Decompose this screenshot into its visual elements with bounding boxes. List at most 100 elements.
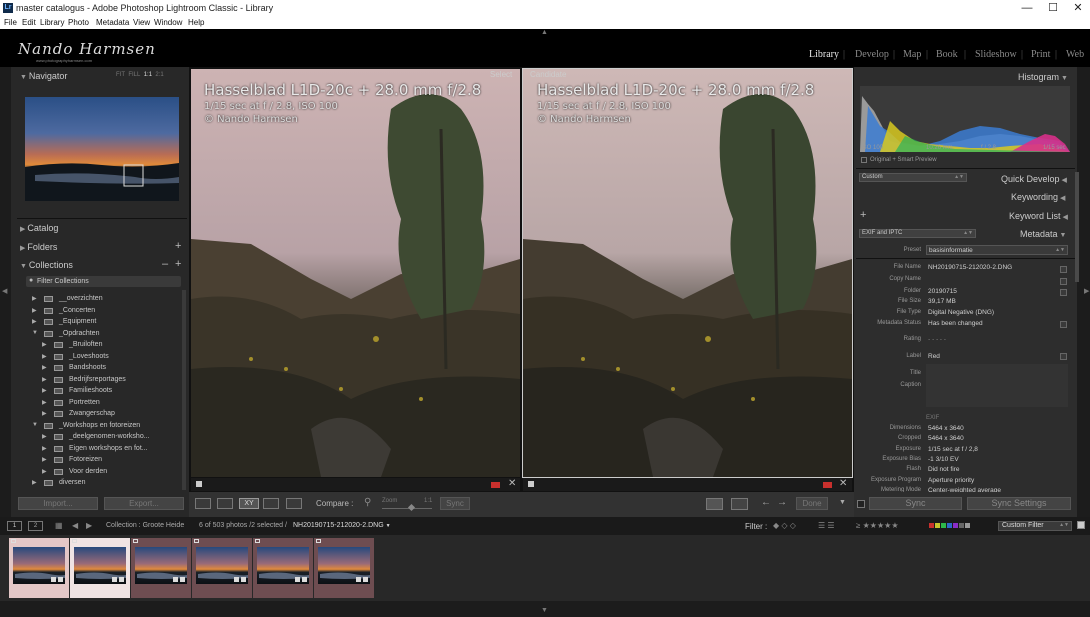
menu-help[interactable]: Help [188, 18, 204, 27]
expand-right-icon[interactable]: ▶ [32, 318, 37, 325]
expand-right-icon[interactable]: ▶ [42, 468, 47, 475]
filmstrip-thumbnail[interactable] [131, 538, 191, 598]
sync-button[interactable]: Sync [869, 497, 962, 510]
sync-toggle-icon[interactable] [857, 500, 865, 508]
red-label-icon[interactable] [491, 482, 500, 488]
red-label-icon[interactable] [823, 482, 832, 488]
metadata-value[interactable]: Digital Negative (DNG) [928, 309, 994, 316]
expand-right-icon[interactable]: ▶ [42, 456, 47, 463]
expand-right-icon[interactable]: ▶ [42, 399, 47, 406]
remove-collection-icon[interactable]: – [162, 258, 168, 270]
expand-right-icon[interactable]: ▶ [32, 307, 37, 314]
expand-right-icon[interactable]: ▶ [42, 341, 47, 348]
sync-settings-button[interactable]: Sync Settings [967, 497, 1071, 510]
secondary-window-button[interactable]: 2 [28, 521, 43, 531]
swap-icon[interactable] [706, 498, 723, 510]
left-panel-scrollbar[interactable] [182, 290, 186, 490]
survey-view-icon[interactable] [263, 498, 279, 509]
module-slideshow[interactable]: Slideshow [975, 49, 1017, 60]
metadata-value[interactable]: NH20190715-212020-2.DNG [928, 264, 1012, 271]
collections-header[interactable]: ▼ Collections [20, 260, 73, 270]
close-candidate-icon[interactable]: ✕ [839, 478, 847, 489]
expand-right-icon[interactable]: ▶ [42, 376, 47, 383]
filter-lock-icon[interactable] [1077, 521, 1085, 529]
flag-icon[interactable] [528, 481, 534, 487]
filter-collections-field[interactable]: ● Filter Collections [26, 276, 181, 287]
menu-photo[interactable]: Photo [68, 18, 89, 27]
navigator-header[interactable]: ▼ Navigator [20, 71, 67, 81]
expand-right-icon[interactable]: ▶ [42, 387, 47, 394]
metadata-action-icon[interactable] [1060, 266, 1067, 273]
metadata-value[interactable]: 20190715 [928, 288, 957, 295]
grid-icon[interactable]: ▦ [55, 521, 63, 530]
primary-window-button[interactable]: 1 [7, 521, 22, 531]
menu-window[interactable]: Window [154, 18, 182, 27]
expand-down-icon[interactable]: ▼ [32, 422, 38, 428]
menu-file[interactable]: File [4, 18, 17, 27]
metadata-action-icon[interactable] [1060, 278, 1067, 285]
metadata-value[interactable]: 39,17 MB [928, 298, 956, 305]
add-folder-icon[interactable]: + [175, 240, 181, 252]
module-web[interactable]: Web [1066, 49, 1084, 60]
metadata-preset-select[interactable]: basisinformatie ▲▼ [926, 245, 1068, 255]
metadata-action-icon[interactable] [1060, 289, 1067, 296]
expand-down-icon[interactable]: ▼ [32, 330, 38, 336]
histogram-header[interactable]: Histogram ▼ [1018, 72, 1068, 82]
sync-zoom-button[interactable]: Sync [440, 497, 470, 510]
zoom-slider[interactable] [382, 508, 432, 509]
flag-icon[interactable] [194, 539, 199, 543]
toolbar-menu-chevron-down-icon[interactable]: ▼ [839, 499, 846, 506]
grid-view-icon[interactable] [195, 498, 211, 509]
import-button[interactable]: Import... [18, 497, 98, 510]
quick-develop-preset-select[interactable]: Custom ▲▼ [859, 173, 967, 182]
flag-icon[interactable] [133, 539, 138, 543]
filmstrip-thumbnail[interactable] [314, 538, 374, 598]
metadata-action-icon[interactable] [1060, 321, 1067, 328]
close-select-icon[interactable]: ✕ [508, 478, 516, 489]
navigator-preview[interactable] [25, 97, 179, 201]
folders-header[interactable]: ▶ Folders [20, 242, 57, 252]
flag-icon[interactable] [72, 539, 77, 543]
people-view-icon[interactable] [286, 498, 302, 509]
add-collection-icon[interactable]: + [175, 258, 181, 270]
done-button[interactable]: Done [796, 497, 828, 510]
loupe-view-icon[interactable] [217, 498, 233, 509]
right-panel-scrollbar[interactable] [1075, 172, 1079, 282]
menu-edit[interactable]: Edit [22, 18, 36, 27]
compare-view-icon[interactable]: XY [239, 498, 259, 509]
keywording-header[interactable]: Keywording ◀ [1011, 192, 1065, 202]
add-keyword-icon[interactable]: + [860, 209, 866, 221]
navigator-zoom-options[interactable]: FIT FILL 1:1 2:1 [116, 72, 164, 78]
filmstrip-thumbnail[interactable] [9, 538, 69, 598]
back-arrow-icon[interactable]: ◀ [72, 521, 78, 530]
expand-right-icon[interactable]: ▶ [32, 479, 37, 486]
rating-filter[interactable]: ≥ ★★★★★ [856, 521, 898, 530]
previous-photo-icon[interactable]: ← [761, 497, 771, 508]
metadata-action-icon[interactable] [1060, 353, 1067, 360]
menu-metadata[interactable]: Metadata [96, 18, 129, 27]
filmstrip-thumbnail[interactable] [253, 538, 313, 598]
menu-library[interactable]: Library [40, 18, 64, 27]
left-panel-toggle-icon[interactable]: ◀ [2, 287, 7, 295]
lock-icon[interactable]: ⚲ [364, 497, 371, 508]
metadata-value[interactable]: Has been changed [928, 320, 983, 327]
metadata-set-select[interactable]: EXIF and IPTC ▲▼ [859, 229, 976, 238]
filmstrip-filename[interactable]: NH20190715-212020-2.DNG ▼ [293, 522, 391, 529]
custom-filter-select[interactable]: Custom Filter ▲▼ [998, 521, 1072, 531]
metadata-value[interactable]: · · · · · [928, 336, 946, 343]
close-icon[interactable]: ✕ [1063, 1, 1090, 16]
flag-icon[interactable] [11, 539, 16, 543]
flag-icon[interactable] [255, 539, 260, 543]
expand-right-icon[interactable]: ▶ [32, 295, 37, 302]
next-photo-icon[interactable]: → [777, 497, 787, 508]
filmstrip-thumbnail[interactable] [70, 538, 130, 598]
module-map[interactable]: Map [903, 49, 921, 60]
forward-arrow-icon[interactable]: ▶ [86, 521, 92, 530]
flag-icon[interactable] [196, 481, 202, 487]
filter-layout-icons[interactable]: ☰ ☰ [818, 521, 835, 530]
make-select-icon[interactable] [731, 498, 748, 510]
module-print[interactable]: Print [1031, 49, 1050, 60]
catalog-header[interactable]: ▶ Catalog [20, 223, 58, 233]
flag-icon[interactable] [316, 539, 321, 543]
filmstrip-thumbnail[interactable] [192, 538, 252, 598]
